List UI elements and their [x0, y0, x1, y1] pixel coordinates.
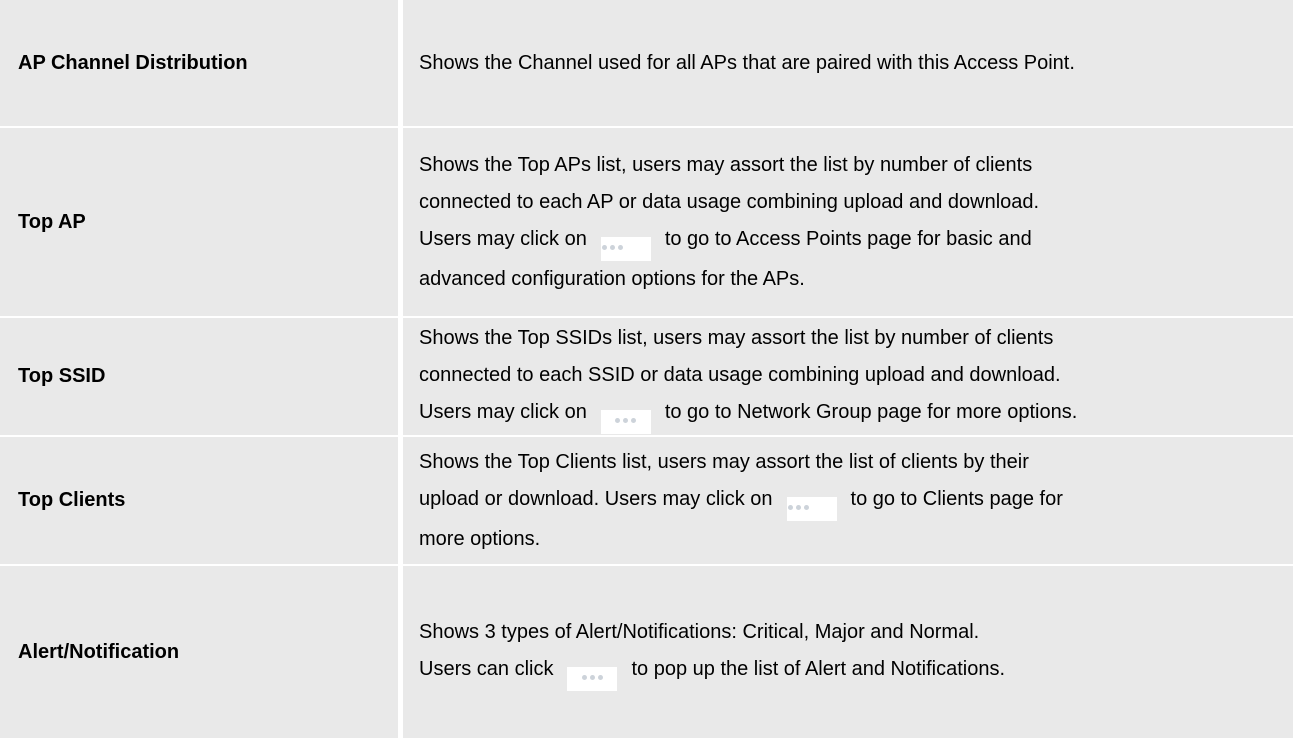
description-line: connected to each SSID or data usage com…: [419, 363, 1061, 386]
description-text: Users may click on: [419, 400, 587, 423]
row-description-top-clients: Shows the Top Clients list, users may as…: [403, 437, 1293, 566]
description-line: more options.: [419, 527, 541, 550]
description-line: Shows the Top APs list, users may assort…: [419, 153, 1033, 176]
row-description-top-ssid: Shows the Top SSIDs list, users may asso…: [403, 318, 1293, 437]
description-text: to go to Access Points page for basic an…: [664, 227, 1032, 250]
description-line: Users may click on to go to Access Points…: [419, 221, 1279, 261]
description-line: Shows the Top SSIDs list, users may asso…: [419, 326, 1054, 349]
row-label-top-ssid: Top SSID: [0, 318, 403, 437]
description-line: Users can click to pop up the list of Ale…: [419, 651, 1279, 691]
table-row: Top Clients Shows the Top Clients list, …: [0, 437, 1293, 566]
row-description-alert-notification: Shows 3 types of Alert/Notifications: Cr…: [403, 566, 1293, 740]
row-label-top-ap: Top AP: [0, 128, 403, 318]
row-label-alert-notification: Alert/Notification: [0, 566, 403, 740]
description-text: Users may click on: [419, 227, 587, 250]
table-row: Alert/Notification Shows 3 types of Aler…: [0, 566, 1293, 740]
row-description-ap-channel-distribution: Shows the Channel used for all APs that …: [403, 0, 1293, 128]
description-line: Shows the Channel used for all APs that …: [419, 51, 1075, 74]
description-text: to go to Clients page for: [850, 487, 1063, 510]
description-text: upload or download. Users may click on: [419, 487, 773, 510]
more-dots-icon[interactable]: [600, 409, 651, 434]
description-text: to go to Network Group page for more opt…: [664, 400, 1078, 423]
description-line: connected to each AP or data usage combi…: [419, 190, 1040, 213]
row-description-top-ap: Shows the Top APs list, users may assort…: [403, 128, 1293, 318]
more-dots-icon[interactable]: [786, 496, 837, 521]
more-dots-icon[interactable]: [600, 236, 651, 261]
more-dots-icon[interactable]: [567, 666, 618, 691]
row-label-ap-channel-distribution: AP Channel Distribution: [0, 0, 403, 128]
table-row: Top AP Shows the Top APs list, users may…: [0, 128, 1293, 318]
description-line: Shows 3 types of Alert/Notifications: Cr…: [419, 620, 980, 643]
description-text: to pop up the list of Alert and Notifica…: [631, 657, 1006, 680]
table-row: Top SSID Shows the Top SSIDs list, users…: [0, 318, 1293, 437]
description-line: Users may click on to go to Network Group…: [419, 394, 1279, 434]
row-label-top-clients: Top Clients: [0, 437, 403, 566]
description-text: Users can click: [419, 657, 554, 680]
description-line: upload or download. Users may click on to…: [419, 481, 1279, 521]
description-line: advanced configuration options for the A…: [419, 267, 805, 290]
table-row: AP Channel Distribution Shows the Channe…: [0, 0, 1293, 128]
description-line: Shows the Top Clients list, users may as…: [419, 450, 1029, 473]
feature-description-table: AP Channel Distribution Shows the Channe…: [0, 0, 1293, 740]
